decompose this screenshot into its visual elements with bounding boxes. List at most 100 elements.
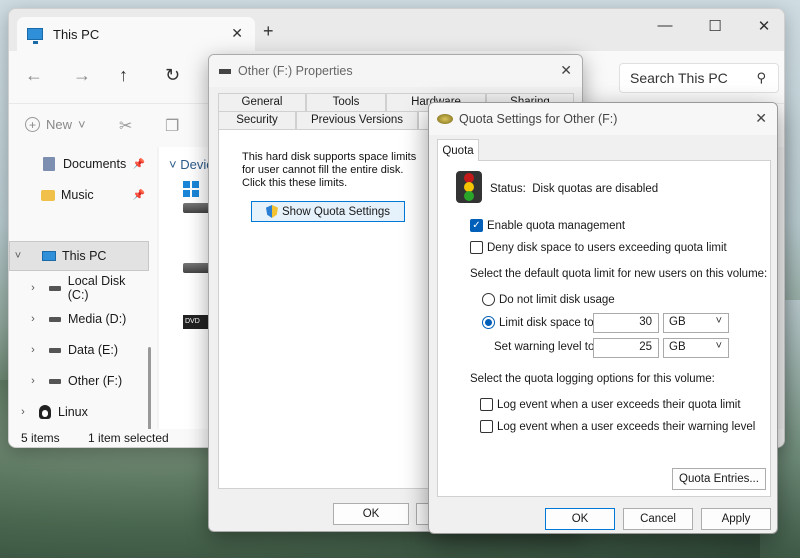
properties-titlebar: Other (F:) Properties ✕	[209, 55, 582, 87]
properties-title: Other (F:) Properties	[238, 64, 353, 78]
new-tab-button[interactable]: +	[263, 21, 274, 42]
quota-entries-button[interactable]: Quota Entries...	[672, 468, 766, 490]
search-input[interactable]: Search This PC ⚲	[619, 63, 779, 93]
pin-icon: 📌	[132, 189, 145, 201]
quota-cancel-button[interactable]: Cancel	[623, 508, 693, 530]
chevron-right-icon[interactable]: ›	[15, 406, 31, 418]
warning-unit-value: GB	[669, 341, 686, 353]
this-pc-icon	[42, 251, 56, 261]
close-icon[interactable]: ✕	[560, 62, 572, 79]
copy-icon[interactable]: ❐	[165, 116, 179, 136]
quota-titlebar: Quota Settings for Other (F:) ✕	[429, 103, 777, 135]
sidebar-item-data[interactable]: › Data (E:)	[9, 335, 149, 365]
limit-disk-space-radio[interactable]: Limit disk space to	[482, 316, 594, 329]
cut-icon[interactable]: ✂	[119, 116, 132, 136]
sidebar-item-label: Data (E:)	[68, 343, 119, 357]
uac-shield-icon	[265, 205, 278, 218]
limit-unit-value: GB	[669, 316, 686, 328]
chevron-right-icon[interactable]: ›	[25, 313, 41, 325]
chevron-right-icon[interactable]: ›	[25, 344, 41, 356]
documents-icon	[43, 157, 55, 171]
quota-settings-dialog: Quota Settings for Other (F:) ✕ Quota St…	[428, 102, 778, 534]
quota-ok-button[interactable]: OK	[545, 508, 615, 530]
default-limit-heading: Select the default quota limit for new u…	[470, 268, 768, 280]
local-disk-drive-icon[interactable]	[183, 203, 211, 213]
chevron-down-icon: ˅	[169, 157, 181, 172]
explorer-titlebar: This PC ✕ + — ☐ ✕	[9, 9, 784, 51]
drive-icon	[48, 285, 61, 291]
log-quota-limit-label: Log event when a user exceeds their quot…	[497, 398, 741, 411]
chevron-down-icon: ˅	[715, 315, 722, 327]
new-button-label: New	[46, 117, 73, 132]
forward-arrow-icon[interactable]: →	[73, 65, 91, 86]
chevron-right-icon[interactable]: ›	[25, 375, 41, 387]
sidebar-item-label: Documents	[63, 157, 127, 171]
tab-security[interactable]: Security	[218, 111, 296, 130]
media-drive-icon[interactable]	[183, 263, 211, 273]
music-folder-icon	[41, 189, 55, 201]
navigation-pane: Documents 📌 Music 📌 ˅ This PC › Local Di…	[9, 147, 157, 447]
close-tab-icon[interactable]: ✕	[231, 25, 243, 42]
quota-tab-panel: Status: Disk quotas are disabled ✓ Enabl…	[437, 160, 771, 497]
sidebar-item-media[interactable]: › Media (D:)	[9, 304, 149, 334]
up-arrow-icon[interactable]: ↑	[119, 65, 128, 86]
drive-icon	[49, 378, 61, 384]
enable-quota-checkbox[interactable]: ✓ Enable quota management	[470, 219, 625, 232]
quota-status: Status: Disk quotas are disabled	[490, 183, 658, 195]
chevron-down-icon[interactable]: ˅	[10, 250, 26, 262]
checkbox-unchecked-icon	[480, 420, 493, 433]
sidebar-item-linux[interactable]: › Linux	[9, 397, 149, 427]
log-quota-limit-checkbox[interactable]: Log event when a user exceeds their quot…	[480, 398, 741, 411]
close-icon[interactable]: ✕	[755, 110, 767, 127]
tab-previous-versions[interactable]: Previous Versions	[296, 111, 418, 130]
logging-heading: Select the quota logging options for thi…	[470, 373, 715, 385]
limit-value-input[interactable]: 30	[593, 313, 659, 333]
quota-apply-button[interactable]: Apply	[701, 508, 771, 530]
log-warning-level-checkbox[interactable]: Log event when a user exceeds their warn…	[480, 420, 755, 433]
deny-disk-space-checkbox[interactable]: Deny disk space to users exceeding quota…	[470, 241, 727, 254]
maximize-button[interactable]: ☐	[700, 17, 730, 35]
new-button[interactable]: + New ˅	[25, 117, 86, 132]
limit-unit-select[interactable]: GB ˅	[663, 313, 729, 333]
item-count: 5 items	[21, 431, 60, 445]
checkbox-checked-icon: ✓	[470, 219, 483, 232]
show-quota-settings-button[interactable]: Show Quota Settings	[251, 201, 405, 222]
chevron-right-icon[interactable]: ›	[25, 282, 41, 294]
no-limit-label: Do not limit disk usage	[499, 293, 615, 306]
sidebar-item-music[interactable]: Music 📌	[9, 180, 149, 210]
back-arrow-icon[interactable]: ←	[25, 65, 43, 86]
chevron-down-icon: ˅	[715, 340, 722, 352]
warning-value-input[interactable]: 25	[593, 338, 659, 358]
dvd-drive-icon[interactable]: DVD	[183, 315, 211, 329]
search-icon: ⚲	[756, 70, 766, 85]
chevron-down-icon: ˅	[78, 117, 86, 132]
tab-this-pc[interactable]: This PC ✕	[17, 17, 255, 51]
sidebar-item-documents[interactable]: Documents 📌	[9, 149, 149, 179]
drive-icon	[49, 316, 61, 322]
close-window-button[interactable]: ✕	[749, 17, 779, 35]
sidebar-item-local-disk[interactable]: › Local Disk (C:)	[9, 273, 149, 303]
refresh-icon[interactable]: ↻	[165, 65, 180, 86]
status-value: Disk quotas are disabled	[532, 183, 659, 195]
sidebar-item-label: Media (D:)	[68, 312, 127, 326]
radio-unselected-icon	[482, 293, 495, 306]
tab-title: This PC	[53, 26, 100, 42]
deny-disk-space-label: Deny disk space to users exceeding quota…	[487, 241, 727, 254]
tab-tools[interactable]: Tools	[306, 93, 386, 112]
tab-quota[interactable]: Quota	[437, 139, 479, 161]
windows-logo-icon	[183, 181, 199, 197]
warning-unit-select[interactable]: GB ˅	[663, 338, 729, 358]
tab-general[interactable]: General	[218, 93, 306, 112]
devices-section-header[interactable]: ˅ Devic	[169, 157, 213, 172]
plus-icon: +	[25, 117, 40, 132]
drive-icon	[49, 347, 61, 353]
sidebar-item-label: Other (F:)	[68, 374, 123, 388]
limit-disk-space-label: Limit disk space to	[499, 316, 594, 329]
sidebar-item-label: Music	[61, 188, 94, 202]
properties-ok-button[interactable]: OK	[333, 503, 409, 525]
sidebar-item-other[interactable]: › Other (F:)	[9, 366, 149, 396]
sidebar-item-this-pc[interactable]: ˅ This PC	[9, 241, 149, 271]
minimize-button[interactable]: —	[650, 17, 680, 34]
sidebar-item-label: Linux	[58, 405, 88, 419]
no-limit-radio[interactable]: Do not limit disk usage	[482, 293, 615, 306]
